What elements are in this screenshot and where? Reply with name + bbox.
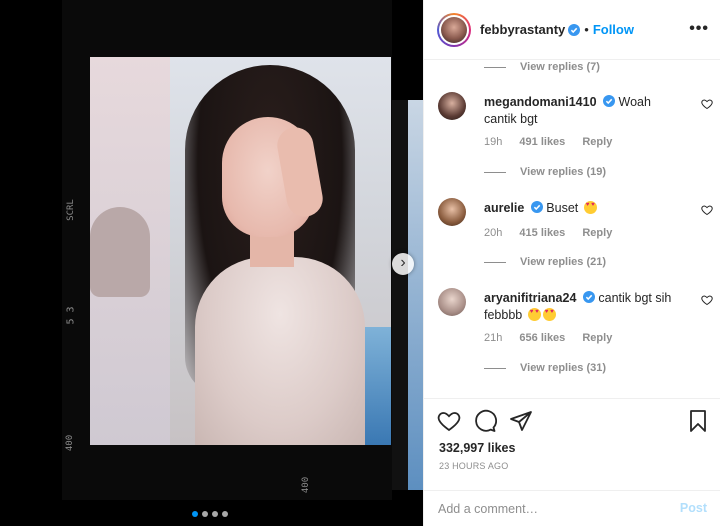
carousel-dot	[222, 511, 228, 517]
comment-likes[interactable]: 491 likes	[519, 136, 565, 148]
comment-time: 20h	[484, 227, 503, 239]
comment-meta: 19h 491 likes Reply	[484, 136, 626, 148]
author-username[interactable]: febbyrastanty	[480, 22, 565, 37]
comment-input[interactable]	[438, 499, 658, 519]
photo-subject-dress	[195, 257, 365, 445]
comment-bubble-icon[interactable]	[473, 409, 497, 433]
like-comment-icon[interactable]	[701, 294, 713, 306]
save-bookmark-icon[interactable]	[686, 409, 710, 433]
add-comment-bar: Post	[424, 490, 720, 526]
heart-eyes-emoji-icon	[583, 201, 597, 214]
carousel-dot	[212, 511, 218, 517]
comment-time: 21h	[484, 332, 503, 344]
carousel-dot	[202, 511, 208, 517]
post-photo[interactable]	[90, 57, 391, 445]
view-replies-link[interactable]: View replies (7)	[484, 61, 600, 73]
film-mark-400-bottom: 400	[301, 476, 312, 494]
heart-eyes-emoji-icon	[542, 308, 556, 321]
comment-likes[interactable]: 656 likes	[519, 332, 565, 344]
comment-meta: 21h 656 likes Reply	[484, 332, 626, 344]
verified-badge-icon	[582, 291, 595, 303]
post-likes-count[interactable]: 332,997 likes	[439, 441, 515, 455]
carousel-dot	[192, 511, 198, 517]
commenter-avatar[interactable]	[438, 92, 466, 120]
reply-button[interactable]: Reply	[582, 227, 612, 239]
film-mark-number: 5 3	[65, 306, 77, 325]
avatar-image	[441, 16, 467, 43]
share-paper-plane-icon[interactable]	[509, 409, 533, 433]
verified-badge-icon	[603, 95, 616, 107]
follow-button[interactable]: Follow	[593, 22, 634, 37]
commenter-avatar[interactable]	[438, 288, 466, 316]
verified-badge-icon	[530, 201, 543, 213]
film-mark-scrl: SCRL	[65, 199, 76, 221]
separator-dot: •	[584, 22, 589, 37]
comment-time: 19h	[484, 136, 503, 148]
view-replies-link[interactable]: View replies (21)	[484, 256, 606, 268]
author-avatar[interactable]	[437, 12, 471, 47]
post-actions: 332,997 likes 23 HOURS AGO	[424, 398, 720, 490]
post-timestamp[interactable]: 23 HOURS AGO	[439, 461, 508, 471]
reply-button[interactable]: Reply	[582, 332, 612, 344]
next-photo-preview	[392, 100, 423, 490]
comment-text: Buset	[546, 201, 579, 215]
commenter-avatar[interactable]	[438, 198, 466, 226]
like-comment-icon[interactable]	[701, 204, 713, 216]
view-replies-link[interactable]: View replies (19)	[484, 166, 606, 178]
carousel-next-button[interactable]: ›	[392, 253, 414, 275]
like-comment-icon[interactable]	[701, 98, 713, 110]
post-comment-button[interactable]: Post	[680, 501, 707, 515]
comment-meta: 20h 415 likes Reply	[484, 227, 626, 239]
commenter-username[interactable]: aryanifitriana24	[484, 291, 576, 305]
commenter-username[interactable]: megandomani1410	[484, 95, 597, 109]
commenter-username[interactable]: aurelie	[484, 201, 524, 215]
comment-likes[interactable]: 415 likes	[519, 227, 565, 239]
photo-background-figure	[90, 207, 150, 297]
post-header: febbyrastanty • Follow •••	[424, 0, 720, 60]
carousel-dots	[192, 511, 228, 517]
view-replies-link[interactable]: View replies (31)	[484, 362, 606, 374]
more-options-icon[interactable]: •••	[689, 20, 709, 38]
post-sidebar: febbyrastanty • Follow ••• View replies …	[423, 0, 720, 526]
film-mark-400-left: 400	[65, 434, 76, 452]
verified-badge-icon	[568, 23, 581, 36]
media-viewer: SCRL 5 3 400 400 ›	[0, 0, 423, 526]
heart-eyes-emoji-icon	[527, 308, 541, 321]
like-heart-icon[interactable]	[437, 409, 461, 433]
comments-list[interactable]: View replies (7) megandomani1410 Woah ca…	[424, 60, 720, 398]
reply-button[interactable]: Reply	[582, 136, 612, 148]
